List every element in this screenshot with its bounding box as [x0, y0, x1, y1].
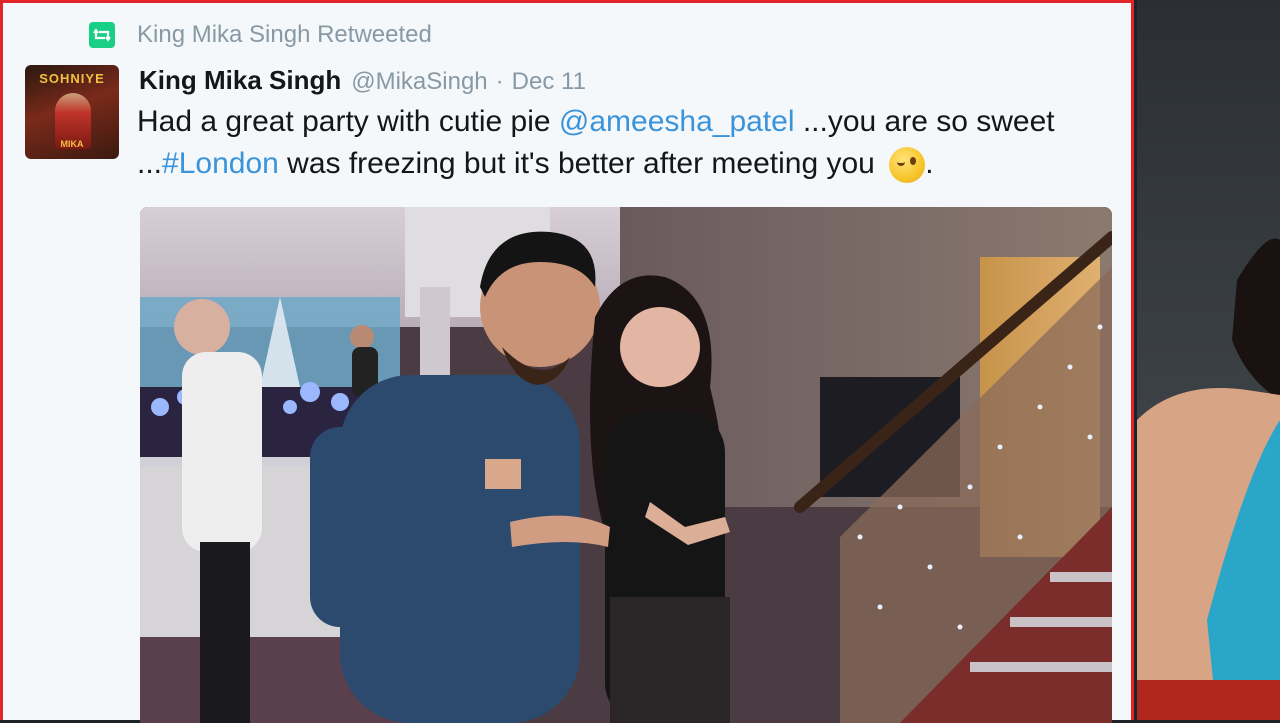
- retweet-icon: [89, 22, 115, 48]
- tweet-text: Had a great party with cutie pie @ameesh…: [137, 101, 1097, 185]
- retweet-context: King Mika Singh Retweeted: [89, 21, 432, 49]
- author-handle[interactable]: @MikaSingh: [351, 68, 487, 96]
- mention-link[interactable]: @ameesha_patel: [559, 105, 795, 138]
- winking-face-icon: [889, 147, 926, 184]
- tweet-text-part-4: .: [925, 147, 934, 180]
- header-separator: ·: [495, 68, 504, 95]
- avatar-sub-label: MIKA: [60, 139, 84, 149]
- side-photo: [1137, 0, 1280, 720]
- tweet-header: King Mika Singh @MikaSingh · Dec 11: [139, 65, 586, 96]
- tweet-date[interactable]: Dec 11: [512, 68, 586, 96]
- tweet-card: King Mika Singh Retweeted SOHNIYE MIKA K…: [0, 0, 1134, 723]
- retweet-label[interactable]: King Mika Singh Retweeted: [137, 21, 432, 49]
- party-photo-illustration: [140, 207, 1112, 723]
- tweet-text-part-1: Had a great party with cutie pie: [137, 105, 559, 138]
- author-name[interactable]: King Mika Singh: [139, 65, 341, 96]
- avatar-album-title: SOHNIYE: [39, 71, 105, 86]
- avatar[interactable]: SOHNIYE MIKA: [25, 65, 119, 159]
- side-photo-illustration: [1137, 238, 1280, 720]
- hashtag-link[interactable]: #London: [162, 147, 279, 180]
- tweet-text-part-3: was freezing but it's better after meeti…: [278, 147, 884, 180]
- tweet-photo[interactable]: [140, 207, 1112, 723]
